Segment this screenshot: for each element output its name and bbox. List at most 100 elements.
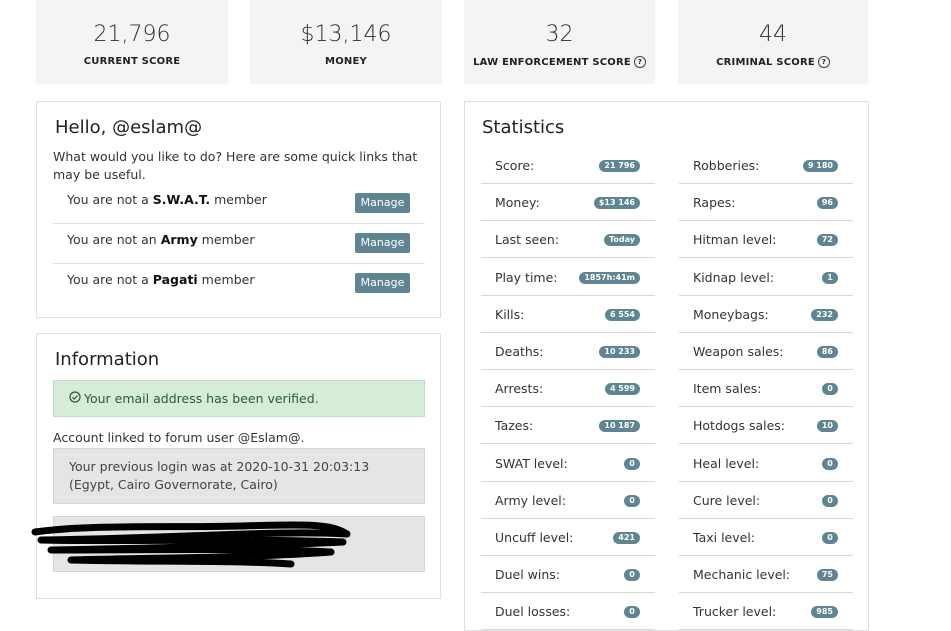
stat-value-badge: 10 187 <box>599 420 640 433</box>
redaction-scribble <box>31 521 351 568</box>
stat-label: Money: <box>495 195 540 211</box>
current-score-card: 21,796 CURRENT SCORE <box>36 0 228 84</box>
stat-label: Cure level: <box>693 492 761 508</box>
stat-row-play-time: Play time: 1857h:41m <box>481 259 655 296</box>
stat-label: Uncuff level: <box>495 530 574 545</box>
statistics-title: Statistics <box>482 117 565 138</box>
hello-intro: What would you like to do? Here are some… <box>53 149 418 182</box>
stat-row-arrests: Arrests: 4 599 <box>481 370 655 408</box>
law-enforcement-score-value: 32 <box>545 22 574 47</box>
stat-value-badge: 0 <box>822 532 838 544</box>
stat-row-mechanic-level: Mechanic level: 75 <box>679 556 853 594</box>
help-icon[interactable]: ? <box>633 56 646 68</box>
swat-membership-row: You are not a S.W.A.T. member Manage <box>53 184 425 224</box>
stat-row-weapon-sales: Weapon sales: 86 <box>679 333 853 370</box>
stat-value-badge: 0 <box>822 457 838 470</box>
stat-row-moneybags: Moneybags: 232 <box>679 296 853 333</box>
stat-value-badge: 0 <box>822 494 838 507</box>
stat-row-tazes: Tazes: 10 187 <box>481 407 655 445</box>
stat-label: Score: <box>495 158 535 173</box>
stat-label: Kidnap level: <box>693 269 775 285</box>
stat-row-robberies: Robberies: 9 180 <box>679 147 853 184</box>
stat-row-deaths: Deaths: 10 233 <box>481 333 655 370</box>
statistics-panel: Statistics Score: 21 796 Money: $13 146 Last… <box>464 101 869 631</box>
stat-value-badge: 1 <box>822 271 838 284</box>
money-label: MONEY <box>325 56 367 67</box>
stat-row-kills: Kills: 6 554 <box>481 296 655 333</box>
stat-value-badge: 6 554 <box>604 308 640 321</box>
stat-value-badge: 0 <box>624 606 640 619</box>
stat-label: Trucker level: <box>693 604 777 620</box>
pagati-membership-text: You are not a Pagati member <box>67 272 255 287</box>
manage-pagati-button[interactable]: Manage <box>355 273 410 293</box>
stat-label: Robberies: <box>693 158 760 173</box>
stat-value-badge: 10 233 <box>599 346 640 358</box>
current-score-value: 21,796 <box>93 22 171 47</box>
current-score-label: CURRENT SCORE <box>83 56 181 67</box>
stat-label: Kills: <box>495 306 525 322</box>
stat-row-kidnap-level: Kidnap level: 1 <box>679 259 853 296</box>
army-membership-text: You are not an Army member <box>67 232 255 247</box>
stat-value-badge: 75 <box>816 569 838 582</box>
law-enforcement-score-card: 32 LAW ENFORCEMENT SCORE? <box>464 0 655 84</box>
stat-value-badge: 86 <box>816 346 838 358</box>
stat-label: Tazes: <box>495 418 534 434</box>
stat-label: Arrests: <box>495 381 544 397</box>
stat-label: Duel wins: <box>495 567 561 583</box>
stat-label: Taxi level: <box>693 530 756 545</box>
manage-army-button[interactable]: Manage <box>355 233 410 253</box>
stat-row-duel-wins: Duel wins: 0 <box>481 556 655 594</box>
stat-value-badge: 0 <box>624 569 640 582</box>
hello-title: Hello, @eslam@ <box>55 117 203 138</box>
stat-row-trucker-level: Trucker level: 985 <box>679 593 853 631</box>
stat-label: Hotdogs sales: <box>693 418 786 434</box>
stat-row-hotdogs-sales: Hotdogs sales: 10 <box>679 407 853 445</box>
stat-value-badge: 21 796 <box>599 160 640 172</box>
stat-row-hitman-level: Hitman level: 72 <box>679 221 853 259</box>
criminal-score-card: 44 CRIMINAL SCORE? <box>678 0 868 84</box>
criminal-score-label: CRIMINAL SCORE? <box>678 56 868 68</box>
stat-value-badge: 1857h:41m <box>579 271 640 284</box>
stat-label: SWAT level: <box>495 455 568 471</box>
forum-link-text: Account linked to forum user @Eslam@. <box>53 430 305 445</box>
stat-value-badge: 72 <box>816 234 838 247</box>
previous-login-box: Your previous login was at 2020-10-31 20… <box>53 448 425 504</box>
stat-value-badge: 4 599 <box>604 383 640 396</box>
pagati-membership-row: You are not a Pagati member Manage <box>53 264 425 304</box>
stat-value-badge: 9 180 <box>802 160 838 172</box>
stat-value-badge: 0 <box>624 494 640 507</box>
previous-login-text: Your previous login was at 2020-10-31 20… <box>69 459 370 492</box>
army-membership-row: You are not an Army member Manage <box>53 224 425 264</box>
stat-value-badge: 0 <box>822 383 838 396</box>
stat-value-badge: $13 146 <box>593 197 640 210</box>
stat-label: Army level: <box>495 492 566 508</box>
stat-row-score: Score: 21 796 <box>481 147 655 184</box>
stat-row-rapes: Rapes: 96 <box>679 184 853 222</box>
swat-membership-text: You are not a S.W.A.T. member <box>67 192 267 207</box>
manage-swat-button[interactable]: Manage <box>355 193 410 213</box>
stat-row-army-level: Army level: 0 <box>481 482 655 519</box>
check-circle-icon <box>69 391 81 406</box>
stat-label: Deaths: <box>495 344 544 359</box>
email-verified-alert: Your email address has been verified. <box>53 380 425 417</box>
stat-label: Last seen: <box>495 232 560 248</box>
stat-row-cure-level: Cure level: 0 <box>679 482 853 519</box>
stat-row-last-seen: Last seen: Today <box>481 221 655 259</box>
stat-row-swat-level: SWAT level: 0 <box>481 445 655 482</box>
stat-row-item-sales: Item sales: 0 <box>679 370 853 408</box>
stat-value-badge: 985 <box>811 606 838 619</box>
stat-row-taxi-level: Taxi level: 0 <box>679 519 853 556</box>
information-title: Information <box>55 349 160 370</box>
information-panel: Information Your email address has been … <box>31 333 441 599</box>
stat-row-uncuff-level: Uncuff level: 421 <box>481 519 655 556</box>
stat-label: Item sales: <box>693 381 762 397</box>
stat-label: Play time: <box>495 269 558 285</box>
stat-row-duel-losses: Duel losses: 0 <box>481 593 655 631</box>
money-card: $13,146 MONEY <box>250 0 442 84</box>
stat-label: Heal level: <box>693 455 760 471</box>
stat-row-heal-level: Heal level: 0 <box>679 445 853 482</box>
stat-label: Hitman level: <box>693 232 777 248</box>
help-icon[interactable]: ? <box>817 56 830 68</box>
stat-label: Duel losses: <box>495 604 571 620</box>
stat-value-badge: Today <box>604 234 640 247</box>
